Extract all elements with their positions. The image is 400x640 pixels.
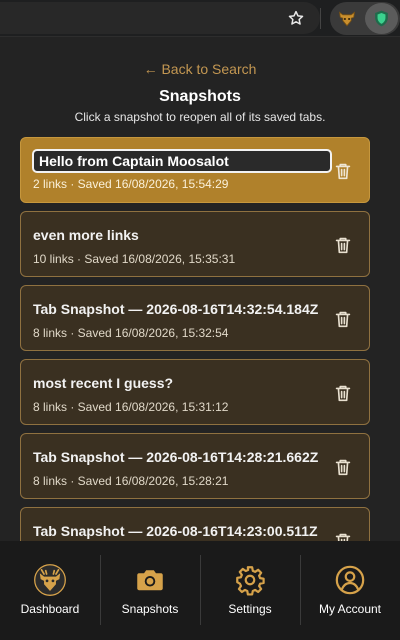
delete-snapshot-button[interactable]	[332, 308, 354, 330]
snapshot-meta: 8 links · Saved 16/08/2026, 15:32:54	[33, 326, 229, 340]
trash-icon	[335, 459, 351, 476]
trash-icon	[335, 311, 351, 328]
nav-snapshots[interactable]: Snapshots	[100, 541, 200, 640]
delete-snapshot-button[interactable]	[332, 382, 354, 404]
camera-icon	[137, 570, 163, 591]
nav-dashboard[interactable]: Dashboard	[0, 541, 100, 640]
snapshot-card[interactable]: even more links 10 links · Saved 16/08/2…	[20, 211, 370, 277]
trash-icon	[335, 237, 351, 254]
snapshot-title: Tab Snapshot — 2026-08-16T14:32:54.184Z	[33, 301, 319, 317]
snapshot-list: 2 links · Saved 16/08/2026, 15:54:29 eve…	[20, 137, 370, 581]
nav-dashboard-label: Dashboard	[20, 602, 80, 616]
trash-icon	[335, 163, 351, 180]
trash-icon	[335, 385, 351, 402]
back-to-search-link[interactable]: ← Back to Search	[0, 61, 400, 77]
gear-icon	[236, 566, 265, 596]
nav-my-account-label: My Account	[318, 602, 382, 616]
nav-my-account[interactable]: My Account	[300, 541, 400, 640]
shield-extension-icon[interactable]	[372, 9, 391, 28]
snapshot-title-input[interactable]	[32, 149, 332, 173]
browser-toolbar	[0, 0, 400, 37]
snapshot-title: Tab Snapshot — 2026-08-16T14:28:21.662Z	[33, 449, 319, 465]
delete-snapshot-button[interactable]	[332, 234, 354, 256]
snapshots-panel: ← Back to Search Snapshots Click a snaps…	[0, 37, 400, 640]
bottom-nav: Dashboard Snapshots Settings My Account	[0, 541, 400, 640]
address-bar[interactable]	[0, 2, 320, 34]
nav-snapshots-label: Snapshots	[121, 602, 179, 616]
snapshot-card[interactable]: most recent I guess? 8 links · Saved 16/…	[20, 359, 370, 425]
snapshot-card[interactable]: Tab Snapshot — 2026-08-16T14:28:21.662Z …	[20, 433, 370, 499]
snapshot-title: Tab Snapshot — 2026-08-16T14:23:00.511Z	[33, 523, 318, 539]
delete-snapshot-button[interactable]	[332, 160, 354, 182]
moose-extension-icon[interactable]	[337, 9, 357, 29]
snapshot-meta: 10 links · Saved 16/08/2026, 15:35:31	[33, 252, 236, 266]
snapshot-meta: 8 links · Saved 16/08/2026, 15:31:12	[33, 400, 229, 414]
account-icon	[335, 565, 365, 595]
snapshot-title: even more links	[33, 227, 139, 243]
snapshot-card[interactable]: Tab Snapshot — 2026-08-16T14:32:54.184Z …	[20, 285, 370, 351]
snapshot-title: most recent I guess?	[33, 375, 174, 391]
page-title: Snapshots	[159, 88, 241, 105]
snapshot-meta: 8 links · Saved 16/08/2026, 15:28:21	[33, 474, 229, 488]
toolbar-divider	[320, 8, 321, 29]
moose-logo-icon	[34, 564, 66, 596]
page-subtitle: Click a snapshot to reopen all of its sa…	[74, 110, 326, 124]
delete-snapshot-button[interactable]	[332, 456, 354, 478]
nav-settings[interactable]: Settings	[200, 541, 300, 640]
star-icon[interactable]	[287, 9, 305, 27]
snapshot-meta: 2 links · Saved 16/08/2026, 15:54:29	[33, 177, 229, 191]
nav-settings-label: Settings	[228, 602, 272, 616]
snapshot-card[interactable]: 2 links · Saved 16/08/2026, 15:54:29	[20, 137, 370, 203]
